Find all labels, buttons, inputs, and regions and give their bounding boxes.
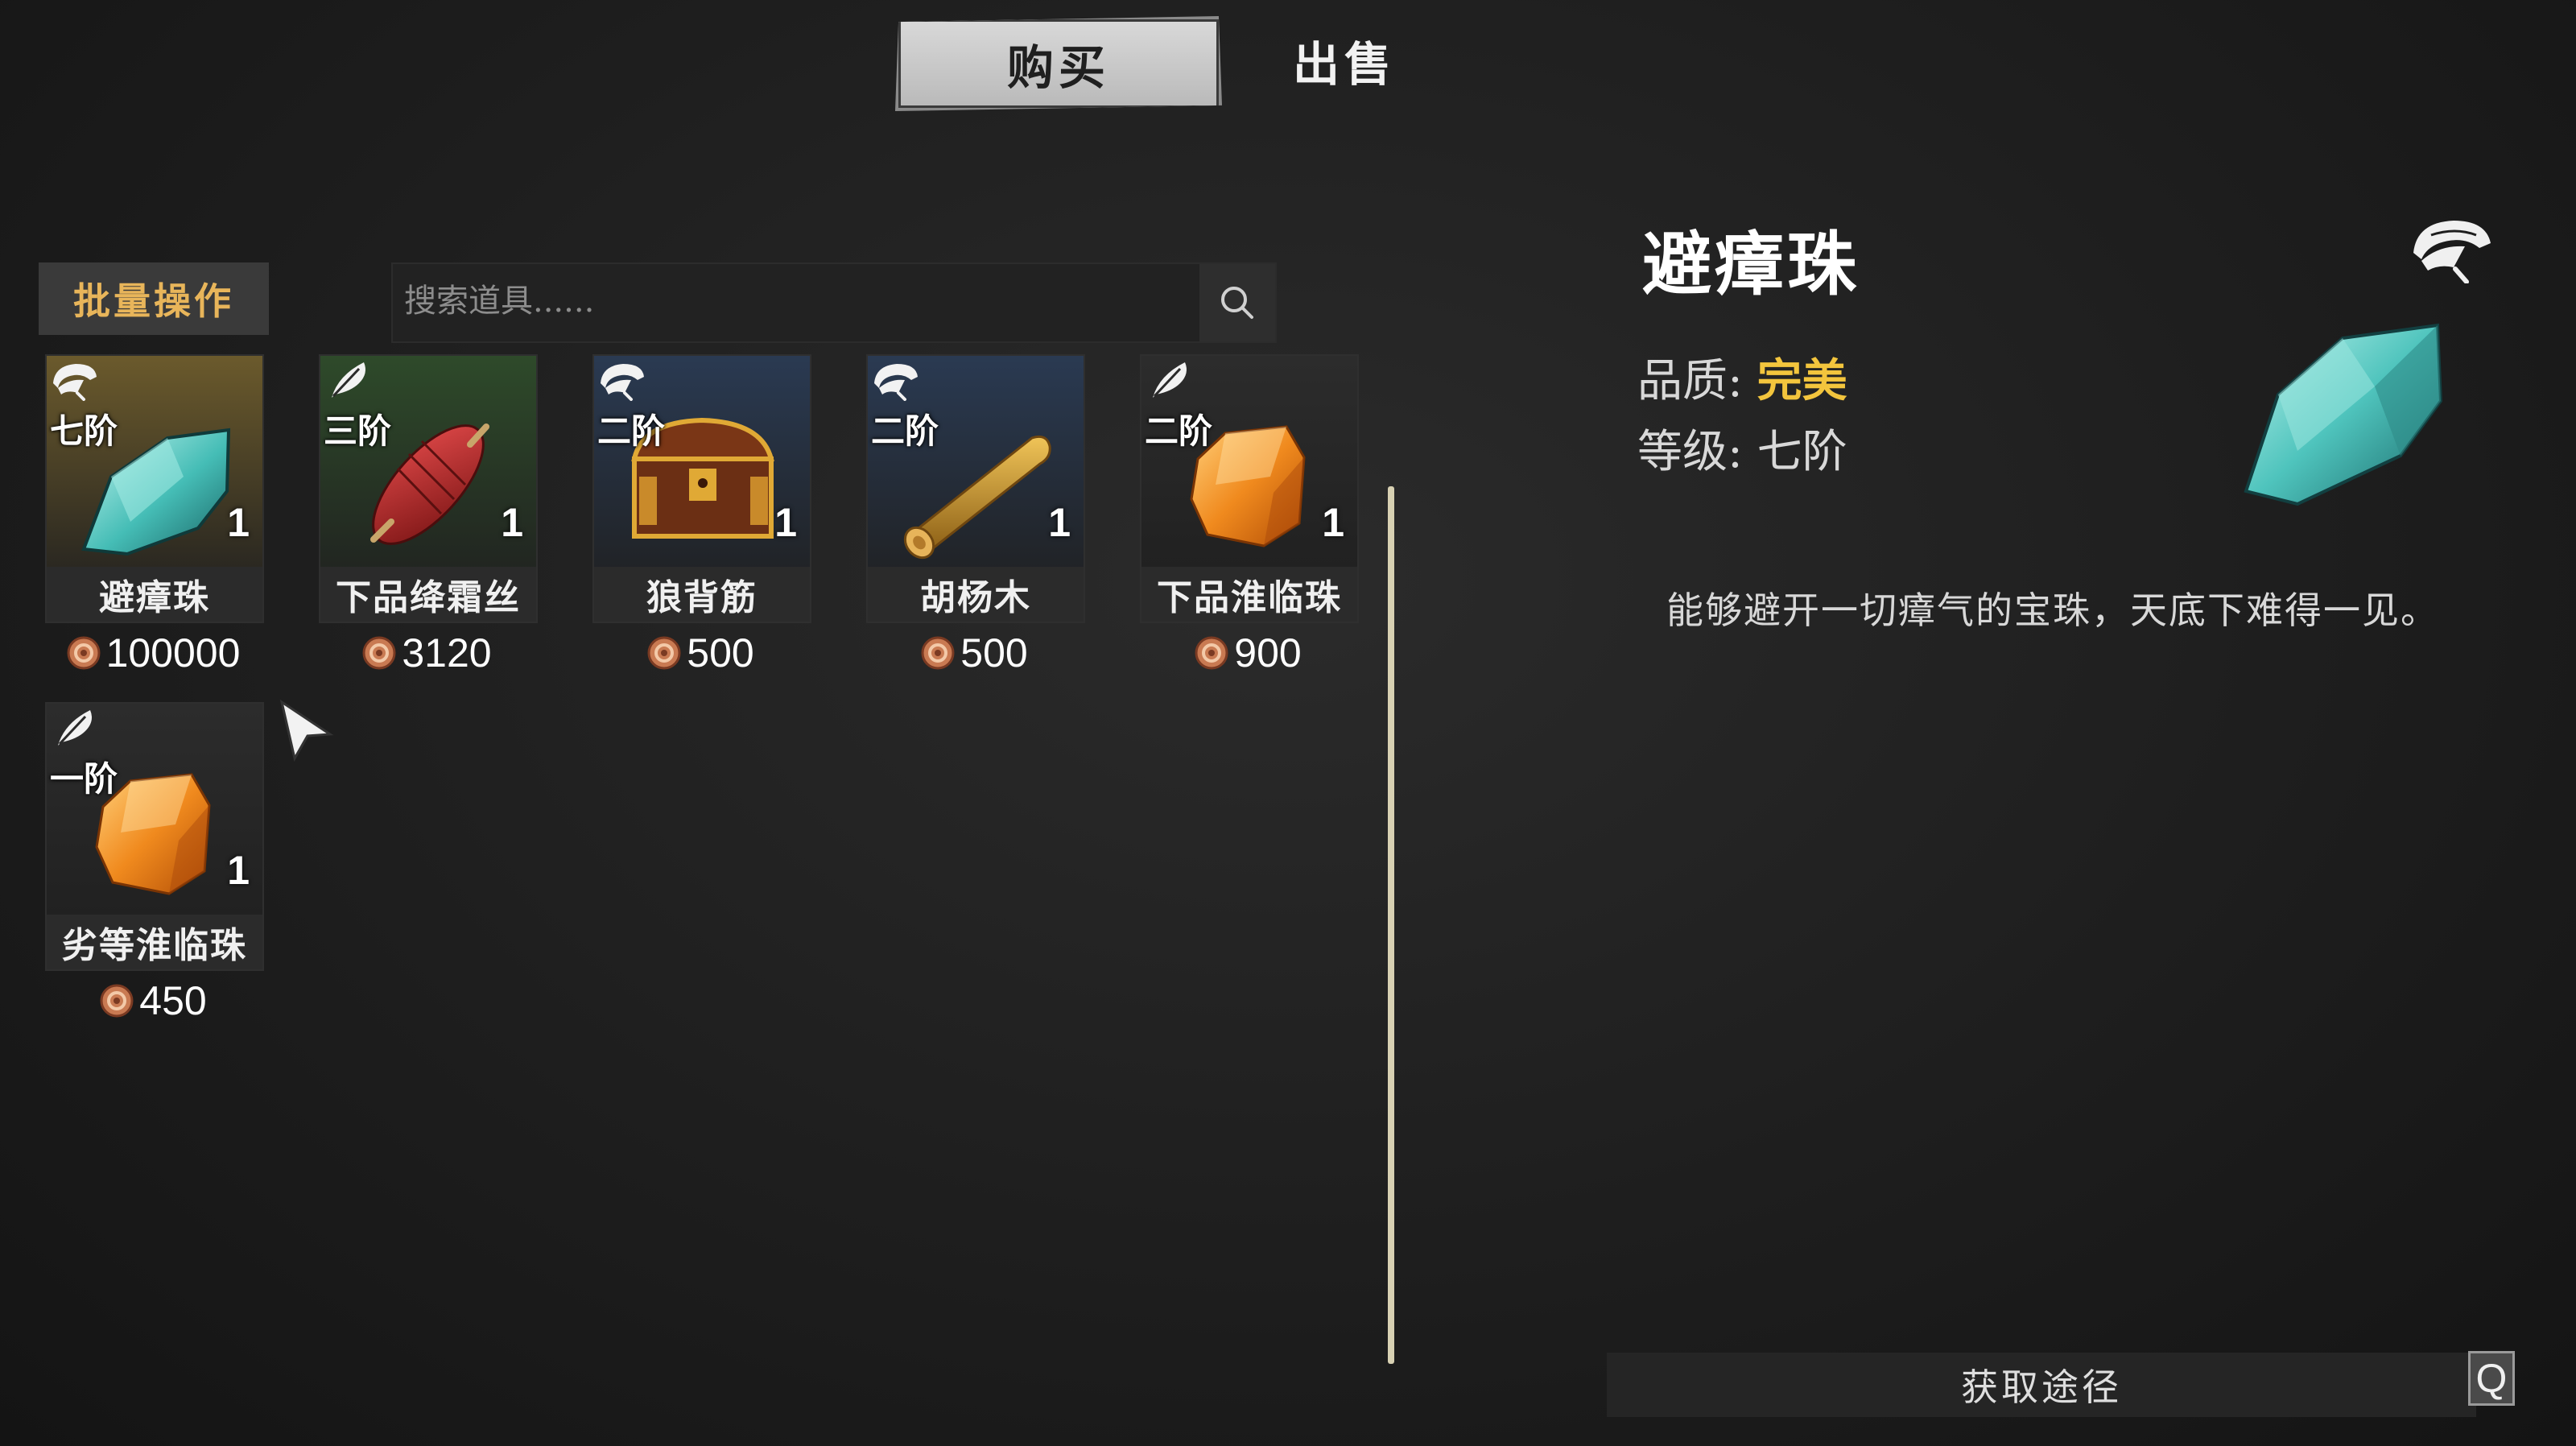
feather-icon xyxy=(58,710,92,746)
feather-icon xyxy=(1153,362,1187,398)
item-card[interactable]: 二阶 1 下品淮临珠 xyxy=(1140,354,1359,623)
search-input[interactable] xyxy=(393,264,1270,338)
coin-icon xyxy=(921,636,955,670)
item-slot[interactable]: 一阶 1 劣等淮临珠 450 xyxy=(45,702,267,1027)
item-name: 劣等淮临珠 xyxy=(47,915,262,969)
item-name: 下品淮临珠 xyxy=(1141,567,1357,622)
item-name: 下品绛霜丝 xyxy=(320,567,536,622)
item-price: 100000 xyxy=(105,630,241,675)
helmet-icon xyxy=(874,364,918,401)
search-box xyxy=(391,262,1277,343)
item-card[interactable]: 二阶 1 胡杨木 xyxy=(866,354,1085,623)
feather-icon xyxy=(332,362,365,398)
acquisition-source-button[interactable]: 获取途径 xyxy=(1607,1353,2476,1417)
item-name: 狼背筋 xyxy=(594,567,810,622)
item-tier: 七阶 xyxy=(50,411,118,451)
item-slot[interactable]: 二阶 1 胡杨木 500 xyxy=(866,354,1088,680)
coin-icon xyxy=(100,984,134,1018)
helmet-icon xyxy=(53,364,97,401)
item-price: 500 xyxy=(960,630,1028,675)
coin-icon xyxy=(647,636,681,670)
detail-level: 等级: 七阶 xyxy=(1637,415,1847,481)
item-tier: 二阶 xyxy=(1145,411,1213,451)
scrollbar[interactable] xyxy=(1388,486,1394,1364)
item-tier: 三阶 xyxy=(324,411,392,451)
search-button[interactable] xyxy=(1199,264,1275,341)
item-slot[interactable]: 二阶 1 下品淮临珠 900 xyxy=(1140,354,1362,680)
item-slot[interactable]: 二阶 1 狼背筋 500 xyxy=(592,354,815,680)
detail-quality: 品质: 完美 xyxy=(1637,345,1847,410)
item-card[interactable]: 三阶 1 下品绛霜丝 xyxy=(319,354,538,623)
search-icon xyxy=(1221,287,1253,319)
level-label: 等级: xyxy=(1637,426,1757,478)
item-quantity: 1 xyxy=(1322,500,1344,545)
item-card[interactable]: 二阶 1 狼背筋 xyxy=(592,354,811,623)
item-quantity: 1 xyxy=(501,500,523,545)
item-quantity: 1 xyxy=(227,500,250,545)
coin-icon xyxy=(362,636,396,670)
shop-screen: 购买 出售 批量操作 七阶 1 避瘴珠 100000 三阶 1 下品绛霜丝 3120 二阶 1 狼背… xyxy=(0,0,2576,1446)
item-price-row: 450 xyxy=(45,974,261,1027)
item-price: 3120 xyxy=(402,630,492,675)
coin-icon xyxy=(1195,636,1228,670)
item-price-row: 500 xyxy=(866,626,1082,680)
item-quantity: 1 xyxy=(774,500,797,545)
item-name: 避瘴珠 xyxy=(47,567,262,622)
batch-operation-button[interactable]: 批量操作 xyxy=(39,262,269,335)
item-price-row: 3120 xyxy=(319,626,535,680)
item-price-row: 100000 xyxy=(45,626,261,680)
item-card[interactable]: 七阶 1 避瘴珠 xyxy=(45,354,264,623)
item-price: 500 xyxy=(687,630,754,675)
helmet-icon xyxy=(601,364,644,401)
item-tier: 一阶 xyxy=(50,759,118,799)
item-price: 450 xyxy=(139,978,207,1023)
quality-value: 完美 xyxy=(1757,354,1847,407)
helmet-icon xyxy=(2413,221,2491,283)
item-slot[interactable]: 七阶 1 避瘴珠 100000 xyxy=(45,354,267,680)
item-card[interactable]: 一阶 1 劣等淮临珠 xyxy=(45,702,264,971)
item-name: 胡杨木 xyxy=(868,567,1084,622)
item-tier: 二阶 xyxy=(597,411,666,451)
teal-crystal-icon xyxy=(2244,323,2443,506)
tab-sell[interactable]: 出售 xyxy=(1272,16,1417,105)
detail-description: 能够避开一切瘴气的宝珠，天底下难得一见。 xyxy=(1666,589,2439,632)
item-tier: 二阶 xyxy=(871,411,939,451)
level-value: 七阶 xyxy=(1757,426,1847,478)
mouse-cursor-icon xyxy=(279,699,334,762)
hotkey-hint: Q xyxy=(2468,1351,2515,1406)
item-price-row: 500 xyxy=(592,626,808,680)
coin-icon xyxy=(67,636,101,670)
tab-buy[interactable]: 购买 xyxy=(895,16,1222,111)
item-price: 900 xyxy=(1234,630,1302,675)
item-quantity: 1 xyxy=(1048,500,1071,545)
item-slot[interactable]: 三阶 1 下品绛霜丝 3120 xyxy=(319,354,541,680)
detail-title: 避瘴珠 xyxy=(1642,224,1860,305)
item-quantity: 1 xyxy=(227,848,250,893)
item-price-row: 900 xyxy=(1140,626,1356,680)
quality-label: 品质: xyxy=(1637,355,1757,407)
